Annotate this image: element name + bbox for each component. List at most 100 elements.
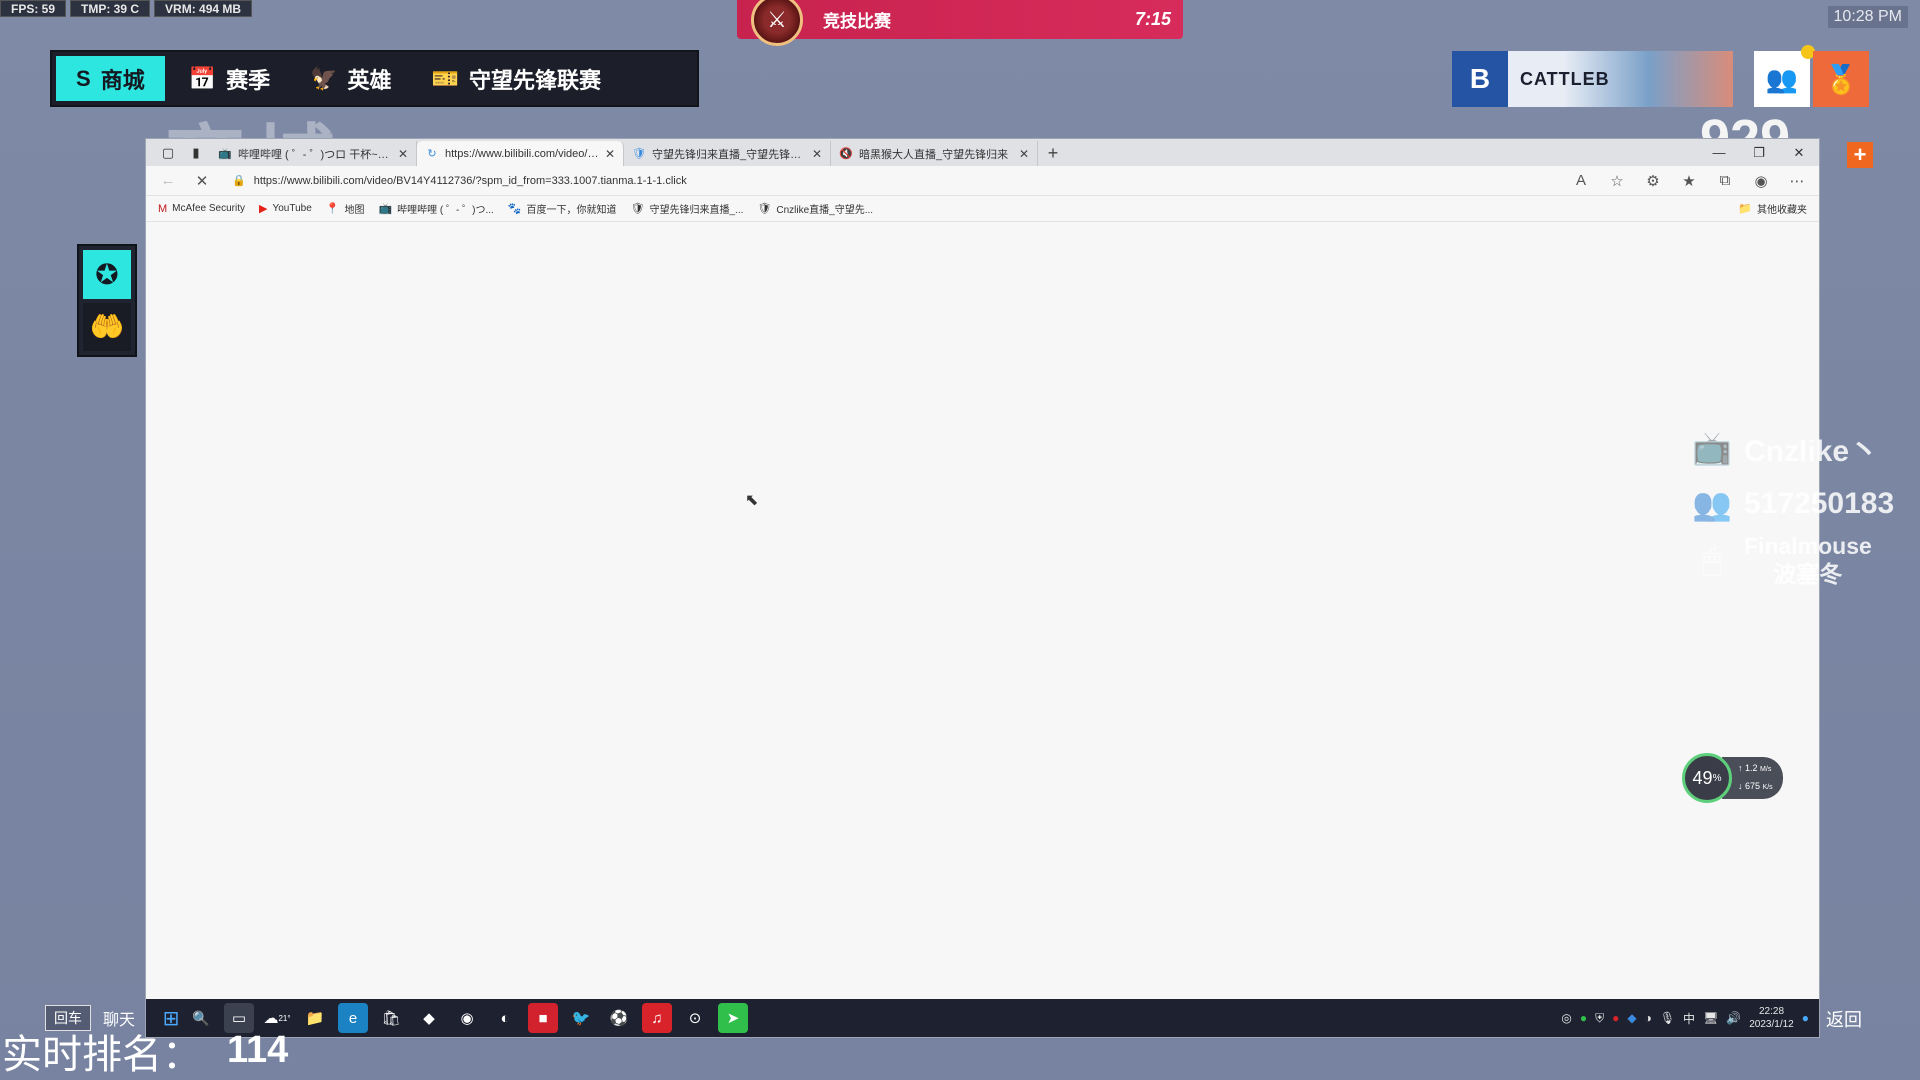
tab-actions-icon[interactable]: ▢ [154,139,182,166]
store-icon[interactable]: 🛍 [376,1003,406,1033]
more-menu-icon[interactable]: ⋯ [1783,168,1811,194]
app-glyph: ➤ [726,1010,740,1027]
input-method-label[interactable]: 中 [1683,1010,1695,1027]
close-icon[interactable]: ✕ [398,147,408,161]
browser-tab[interactable]: 🛡 守望先锋归来直播_守望先锋归来 ✕ [624,141,831,166]
nav-label: 守望先锋联赛 [468,67,601,93]
social-button[interactable]: 👥 [1754,51,1810,107]
nav-shop[interactable]: S 商城 [56,56,165,101]
ranking-label: 实时排名： [2,1032,202,1078]
new-tab-button[interactable]: + [1038,141,1068,166]
app-glyph: ◆ [423,1010,435,1027]
nav-label: 商城 [100,67,145,93]
tray-app-icon[interactable]: ◆ [1627,1011,1636,1025]
browser-window: ▢ ▮ 📺 哔哩哔哩 ( ゜- ゜)つロ 干杯~-bilibili ✕ ↻ ht… [145,138,1820,1038]
bookmark-mcafee[interactable]: M McAfee Security [158,203,245,215]
bilibili-icon: 📺 [378,203,393,215]
app-glyph: ♫ [651,1009,663,1027]
favorites-icon[interactable]: ★ [1675,168,1703,194]
player-badge-icon: B [1452,51,1508,107]
app-green-icon[interactable]: ➤ [718,1003,748,1033]
minimize-icon[interactable]: — [1699,139,1739,166]
fan-group-id: 517250183 [1744,487,1895,520]
tab-title: 暗黑猴大人直播_守望先锋归来 [859,148,1009,161]
address-bar[interactable]: 🔒 https://www.bilibili.com/video/BV14Y41… [222,169,1561,193]
back-label[interactable]: 返回 [1826,1006,1862,1032]
app-ball-icon[interactable]: ⚽ [604,1003,634,1033]
mcafee-icon: M [158,202,168,215]
read-aloud-icon[interactable]: A [1567,168,1595,194]
stop-loading-icon[interactable]: ✕ [188,168,216,194]
browser-tab[interactable]: 📺 哔哩哔哩 ( ゜- ゜)つロ 干杯~-bilibili ✕ [210,141,417,166]
file-explorer-icon[interactable]: 📁 [300,1003,330,1033]
mouse-row: 🖱 Finalmouse 波塞冬 [1688,532,1920,588]
bookmark-label: 其他收藏夹 [1757,205,1807,216]
network-icon[interactable]: 🖥 [1703,1011,1718,1025]
app-red-box-icon[interactable]: ■ [528,1003,558,1033]
side-panel: ✪ 🤲 [77,244,137,357]
back-arrow-icon[interactable]: ← [154,168,182,194]
hero-icon: 🦅 [310,65,338,91]
rewards-button[interactable]: 🏅 [1813,51,1869,107]
app-blue-icon[interactable]: ◐ [490,1003,520,1033]
browser-tab-active[interactable]: ↻ https://www.bilibili.com/video/BV14Y41… [417,141,624,166]
profile-icon[interactable]: ◉ [1747,168,1775,194]
close-icon[interactable]: ✕ [1019,147,1029,161]
notification-icon[interactable]: ● [1802,1011,1809,1025]
microphone-icon[interactable]: 🎙 [1660,1011,1675,1025]
app-glyph: ◉ [460,1010,474,1027]
browser-tab[interactable]: 🔇 暗黑猴大人直播_守望先锋归来 ✕ [831,141,1038,166]
weather-temp: 21° [278,1013,291,1023]
chrome-icon[interactable]: ◉ [452,1003,482,1033]
cpu-percent-value: 49 [1692,767,1713,788]
bookmark-maps[interactable]: 📍 地图 [326,201,365,216]
add-coins-button[interactable]: + [1847,142,1873,168]
cpu-percent-unit: % [1712,772,1722,784]
volume-icon[interactable]: 🔊 [1726,1011,1741,1025]
taskbar-time: 22:28 [1758,1006,1785,1017]
page-content[interactable]: ⬉ [146,223,1819,999]
vertical-tabs-icon[interactable]: ▮ [182,139,210,166]
shield-icon[interactable]: ⛨ [1595,1011,1604,1026]
tray-app-icon[interactable]: ● [1612,1011,1619,1025]
restore-icon[interactable]: ❐ [1739,139,1779,166]
tab-bar: ▢ ▮ 📺 哔哩哔哩 ( ゜- ゜)つロ 干杯~-bilibili ✕ ↻ ht… [146,139,1819,166]
edge-icon[interactable]: e [338,1003,368,1033]
bookmark-bilibili[interactable]: 📺 哔哩哔哩 ( ゜- ゜)つ... [378,201,493,216]
app-glyph: ▭ [231,1010,247,1027]
close-window-icon[interactable]: ✕ [1779,139,1819,166]
featured-button[interactable]: ✪ [83,250,131,299]
netease-music-icon[interactable]: ♫ [642,1003,672,1033]
bookmark-cnzlike-live[interactable]: 🛡 Cnzlike直播_守望先... [757,201,873,216]
player-name: CATTLEB [1520,68,1610,89]
extensions-icon[interactable]: ⚙ [1639,168,1667,194]
app-glyph: ◐ [500,1009,510,1027]
bookmark-baidu[interactable]: 🐾 百度一下，你就知道 [508,201,617,216]
youtube-icon: ▶ [258,203,268,215]
app-bird-icon[interactable]: 🐦 [566,1003,596,1033]
match-type-label: 竞技比赛 [823,12,891,31]
tray-app-icon[interactable]: ● [1580,1011,1587,1025]
match-banner: ⚔ 竞技比赛 7:15 [737,0,1183,46]
tray-app-icon[interactable]: ◎ [1561,1011,1571,1025]
bookmark-overwatch-live[interactable]: 🛡 守望先锋归来直播_... [631,201,744,216]
close-icon[interactable]: ✕ [812,147,822,161]
taskbar-clock[interactable]: 22:28 2023/1/12 [1749,1005,1794,1031]
collections-icon[interactable]: ⧉ [1711,168,1739,194]
nav-league[interactable]: 🎫 守望先锋联赛 [412,52,621,105]
tray-app-icon[interactable]: ◑ [1645,1011,1652,1025]
gift-button[interactable]: 🤲 [83,302,131,351]
overwatch-icon[interactable]: ⊙ [680,1003,710,1033]
main-nav: S 商城 📅 赛季 🦅 英雄 🎫 守望先锋联赛 [50,50,699,107]
app-red-icon[interactable]: ◆ [414,1003,444,1033]
cpu-percent: 49% [1682,753,1732,803]
nav-label: 赛季 [226,67,271,93]
close-icon[interactable]: ✕ [605,147,615,161]
bookmark-youtube[interactable]: ▶ YouTube [259,202,312,215]
add-favorite-icon[interactable]: ☆ [1603,168,1631,194]
player-card[interactable]: B CATTLEB [1452,51,1733,107]
calendar-icon: 📅 [188,65,217,91]
bookmark-label: 百度一下，你就知道 [526,205,617,216]
medal-icon: 🏅 [1823,63,1859,95]
bookmark-other-folder[interactable]: 📁 其他收藏夹 [1738,201,1807,216]
